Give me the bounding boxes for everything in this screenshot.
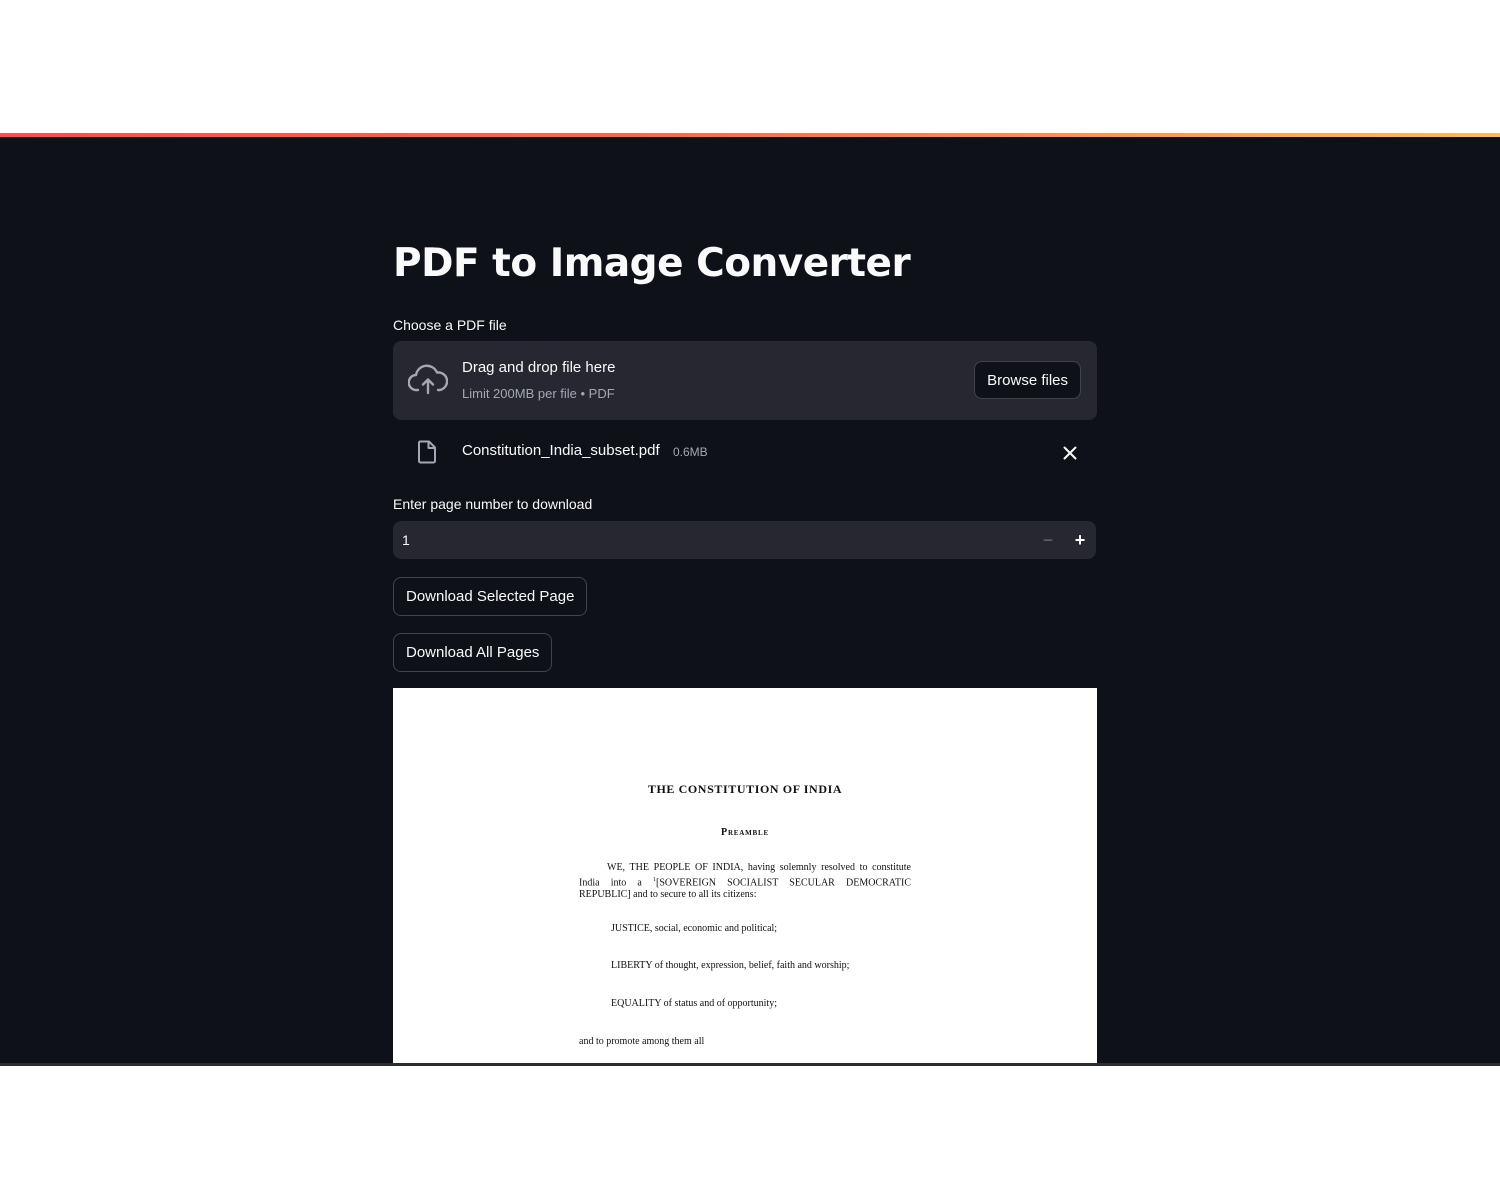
dropzone-instructions: Drag and drop file here xyxy=(462,359,616,376)
equality-line: EQUALITY of status and of opportunity; xyxy=(611,998,777,1009)
browse-files-button[interactable]: Browse files xyxy=(974,361,1081,399)
dropzone-limit: Limit 200MB per file • PDF xyxy=(462,386,615,401)
uploader-label: Choose a PDF file xyxy=(393,317,507,333)
frame-bottom-border xyxy=(0,1063,1500,1066)
justice-line: JUSTICE, social, economic and political; xyxy=(611,923,778,934)
promote-line: and to promote among them all xyxy=(579,1036,705,1047)
liberty-line: LIBERTY of thought, expression, belief, … xyxy=(611,960,850,971)
decrement-button[interactable]: − xyxy=(1032,521,1064,559)
cloud-upload-icon xyxy=(408,364,448,395)
close-icon[interactable] xyxy=(1060,443,1080,463)
uploaded-file-size: 0.6MB xyxy=(673,445,708,459)
app-frame: PDF to Image Converter Choose a PDF file… xyxy=(0,133,1500,1066)
header-decoration-bar xyxy=(0,133,1500,137)
page-title: PDF to Image Converter xyxy=(393,241,911,286)
download-selected-page-button[interactable]: Download Selected Page xyxy=(393,577,588,616)
page-number-label: Enter page number to download xyxy=(393,496,593,512)
preamble-paragraph: WE, THE PEOPLE OF INDIA, having solemnly… xyxy=(579,862,911,901)
uploaded-file-name: Constitution_India_subset.pdf xyxy=(462,442,660,459)
document-heading: THE CONSTITUTION OF INDIA xyxy=(647,782,843,796)
file-icon xyxy=(418,440,436,464)
file-dropzone[interactable]: Drag and drop file here Limit 200MB per … xyxy=(393,341,1097,420)
page-preview-image: THE CONSTITUTION OF INDIA Preamble WE, T… xyxy=(393,688,1097,1064)
download-all-pages-button[interactable]: Download All Pages xyxy=(393,633,553,672)
document-subheading: Preamble xyxy=(721,827,769,838)
page-number-input[interactable]: 1 − + xyxy=(393,521,1096,559)
page-number-value[interactable]: 1 xyxy=(402,532,410,548)
uploaded-file-row: Constitution_India_subset.pdf 0.6MB xyxy=(393,433,1097,473)
increment-button[interactable]: + xyxy=(1064,521,1096,559)
